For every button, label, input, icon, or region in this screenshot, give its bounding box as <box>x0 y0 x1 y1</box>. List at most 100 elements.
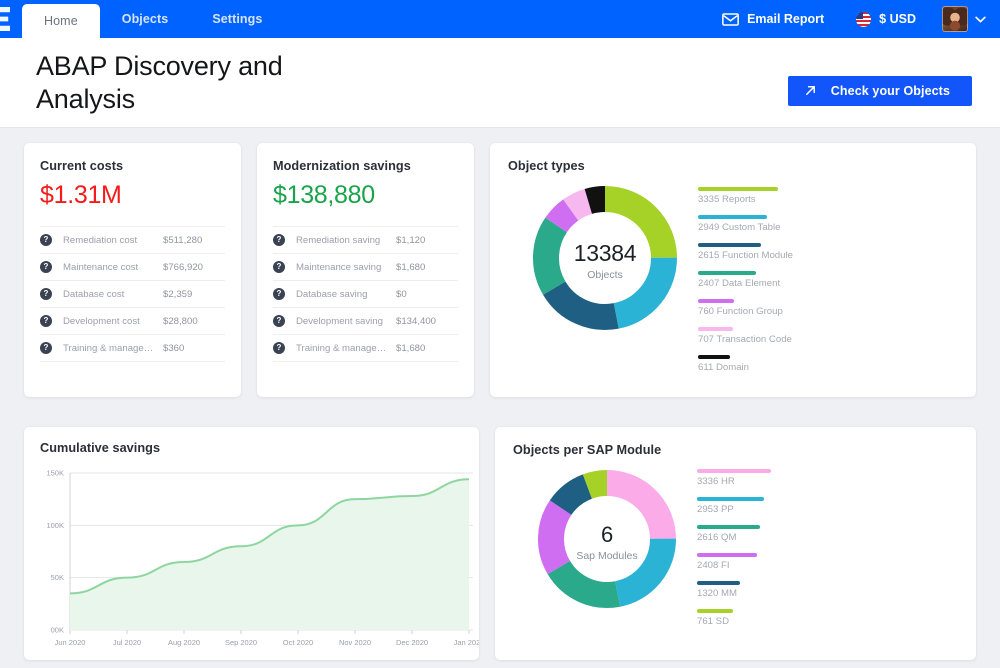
legend-label: 761 SD <box>697 616 729 627</box>
legend-color-bar <box>698 355 730 359</box>
table-row: ? Remediation saving $1,120 <box>273 226 458 254</box>
currency-selector[interactable]: $ USD <box>840 0 932 38</box>
legend-item[interactable]: 2407 Data Element <box>698 271 958 289</box>
help-icon[interactable]: ? <box>273 261 285 273</box>
donut-segment[interactable] <box>604 186 677 259</box>
table-row: ? Maintenance cost $766,920 <box>40 254 225 281</box>
legend-color-bar <box>698 327 733 331</box>
donut-segment[interactable] <box>613 257 677 329</box>
navbar-right-group: Email Report $ USD <box>706 0 1000 38</box>
legend-color-bar <box>698 299 734 303</box>
help-icon[interactable]: ? <box>40 261 52 273</box>
tab-home[interactable]: Home <box>22 4 100 38</box>
user-menu[interactable] <box>932 6 992 32</box>
legend-item[interactable]: 2949 Custom Table <box>698 215 958 233</box>
row-label: Database cost <box>63 288 125 300</box>
help-icon[interactable]: ? <box>40 288 52 300</box>
legend-item[interactable]: 707 Transaction Code <box>698 327 958 345</box>
row-label: Training & manageme… <box>296 342 396 354</box>
object-types-card: Object types 13384 Objects 3335 Reports 2… <box>490 143 976 397</box>
row-label: Development cost <box>63 315 140 327</box>
donut-segment[interactable] <box>549 474 593 516</box>
legend-color-bar <box>697 609 733 613</box>
email-report-button[interactable]: Email Report <box>706 0 840 38</box>
x-axis-tick-label: Sep 2020 <box>225 638 257 647</box>
area-fill <box>70 479 469 630</box>
help-icon[interactable]: ? <box>40 234 52 246</box>
legend-color-bar <box>697 553 757 557</box>
check-your-objects-button[interactable]: Check your Objects <box>787 75 972 106</box>
table-row: ? Database cost $2,359 <box>40 281 225 308</box>
x-axis-tick-label: Oct 2020 <box>283 638 313 647</box>
area-chart-svg: 00K 50K 100K 150K Jun 2020 Jul 2020 Aug 2020 Se… <box>46 469 479 648</box>
table-row: ? Development cost $28,800 <box>40 308 225 335</box>
legend-label: 2953 PP <box>697 504 734 515</box>
help-icon[interactable]: ? <box>273 315 285 327</box>
row-value: $1,680 <box>396 342 426 354</box>
current-costs-total: $1.31M <box>40 181 122 209</box>
row-value: $360 <box>163 342 185 354</box>
donut-segment[interactable] <box>547 560 621 608</box>
object-types-donut[interactable]: 13384 Objects <box>532 185 678 336</box>
donut-segment[interactable] <box>614 538 676 607</box>
legend-label: 760 Function Group <box>698 306 783 317</box>
email-report-label: Email Report <box>747 12 825 26</box>
help-icon[interactable]: ? <box>40 342 52 354</box>
row-value: $2,359 <box>163 288 193 300</box>
donut-segment[interactable] <box>582 470 608 499</box>
donut-segment[interactable] <box>606 470 676 540</box>
legend-item[interactable]: 2616 QM <box>697 525 958 543</box>
help-icon[interactable]: ? <box>273 234 285 246</box>
legend-item[interactable]: 1320 MM <box>697 581 958 599</box>
row-label: Training & manageme… <box>63 342 163 354</box>
legend-color-bar <box>698 215 767 219</box>
modernization-savings-title: Modernization savings <box>273 159 411 173</box>
legend-item[interactable]: 3335 Reports <box>698 187 958 205</box>
row-value: $766,920 <box>163 261 204 273</box>
legend-item[interactable]: 3336 HR <box>697 469 958 487</box>
legend-color-bar <box>698 271 756 275</box>
row-value: $0 <box>396 288 407 300</box>
tab-objects-label: Objects <box>121 12 169 26</box>
row-label: Remediation saving <box>296 234 381 246</box>
x-axis-tick-label: Jul 2020 <box>113 638 141 647</box>
sap-modules-donut[interactable]: 6 Sap Modules <box>537 469 677 614</box>
row-value: $511,280 <box>163 234 203 246</box>
tab-settings[interactable]: Settings <box>190 0 284 38</box>
donut-segment[interactable] <box>533 217 568 295</box>
app-logo[interactable] <box>0 0 22 38</box>
donut-chart-svg <box>533 186 677 330</box>
object-types-legend: 3335 Reports 2949 Custom Table 2615 Functi… <box>698 183 958 383</box>
tab-objects[interactable]: Objects <box>100 0 191 38</box>
help-icon[interactable]: ? <box>273 342 285 354</box>
donut-segment[interactable] <box>563 188 593 221</box>
help-icon[interactable]: ? <box>273 288 285 300</box>
donut-segment[interactable] <box>584 186 606 214</box>
donut-segment[interactable] <box>543 280 619 330</box>
page-title: ABAP Discovery and Analysis <box>36 50 283 114</box>
table-row: ? Database saving $0 <box>273 281 458 308</box>
y-axis-tick-label: 150K <box>46 469 64 478</box>
help-icon[interactable]: ? <box>40 315 52 327</box>
legend-label: 1320 MM <box>697 588 737 599</box>
sap-modules-card: Objects per SAP Module 6 Sap Modules 333… <box>495 427 976 660</box>
legend-label: 2616 QM <box>697 532 737 543</box>
legend-label: 2949 Custom Table <box>698 222 781 233</box>
legend-label: 2407 Data Element <box>698 278 781 289</box>
legend-item[interactable]: 611 Domain <box>698 355 958 373</box>
dashboard-row-bottom: Cumulative savings 00K 50K 100K 150K Jun 202… <box>24 427 976 660</box>
legend-item[interactable]: 2408 FI <box>697 553 958 571</box>
legend-item[interactable]: 760 Function Group <box>698 299 958 317</box>
donut-segment[interactable] <box>538 500 572 575</box>
legend-label: 2408 FI <box>697 560 730 571</box>
legend-item[interactable]: 2953 PP <box>697 497 958 515</box>
cumulative-savings-chart[interactable]: 00K 50K 100K 150K Jun 2020 Jul 2020 Aug 2020 Se… <box>24 465 479 660</box>
donut-segment[interactable] <box>545 199 579 233</box>
legend-item[interactable]: 761 SD <box>697 609 958 627</box>
top-navbar: Home Objects Settings Email Report $ USD <box>0 0 1000 38</box>
object-types-title: Object types <box>508 159 585 173</box>
legend-item[interactable]: 2615 Function Module <box>698 243 958 261</box>
x-axis-tick-label: Dec 2020 <box>396 638 428 647</box>
nav-tabs: Home Objects Settings <box>22 0 284 38</box>
table-row: ? Maintenance saving $1,680 <box>273 254 458 281</box>
